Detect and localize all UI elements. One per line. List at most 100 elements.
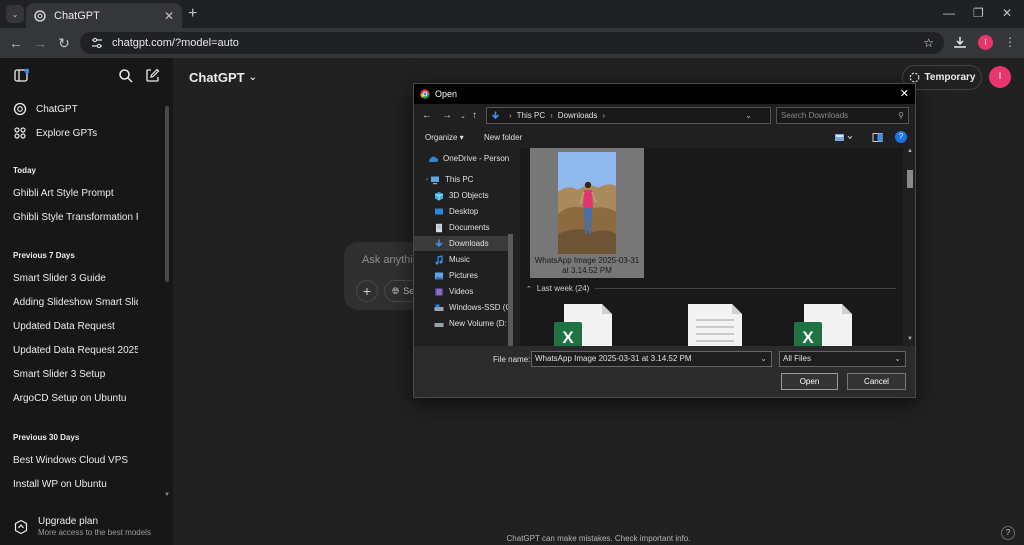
new-tab-button[interactable]: + bbox=[188, 5, 197, 23]
nav-item-pictures[interactable]: Pictures bbox=[434, 268, 518, 283]
chevron-down-icon[interactable]: ⌄ bbox=[760, 352, 767, 366]
chat-history-item[interactable]: Install WP on Ubuntu bbox=[13, 479, 138, 490]
browser-tab-chatgpt[interactable]: ChatGPT ✕ bbox=[26, 3, 182, 28]
computer-icon bbox=[431, 176, 439, 184]
nav-item-onedrive[interactable]: OneDrive - Person bbox=[428, 151, 518, 166]
model-selector[interactable]: ChatGPT ⌄ bbox=[189, 70, 257, 85]
nav-item-desktop[interactable]: Desktop bbox=[434, 204, 518, 219]
chat-history-item[interactable]: Smart Slider 3 Guide bbox=[13, 273, 138, 284]
file-type-select[interactable]: All Files ⌄ bbox=[779, 351, 906, 367]
path-segment-downloads[interactable]: Downloads bbox=[558, 111, 598, 120]
file-name-input[interactable]: WhatsApp Image 2025-03-31 at 3.14.52 PM … bbox=[531, 351, 772, 367]
nav-item-new-volume[interactable]: New Volume (D: bbox=[434, 316, 518, 331]
address-bar[interactable]: chatgpt.com/?model=auto ☆ bbox=[80, 32, 944, 54]
excel-file-icon[interactable]: X bbox=[790, 300, 860, 346]
path-dropdown-icon[interactable]: ⌄ bbox=[745, 111, 752, 120]
file-list: WhatsApp Image 2025-03-31 at 3.14.52 PM … bbox=[520, 148, 903, 346]
recent-locations-chevron-icon[interactable]: ⌄ bbox=[460, 112, 466, 120]
nav-item-label: Windows-SSD (C bbox=[449, 303, 512, 312]
section-heading-previous-7-days: Previous 7 Days bbox=[13, 251, 75, 260]
chat-history-item[interactable]: Smart Slider 3 Setup bbox=[13, 369, 138, 380]
download-icon[interactable] bbox=[953, 35, 967, 49]
navigation-pane-scrollbar[interactable] bbox=[508, 234, 513, 346]
dialog-titlebar: Open ✕ bbox=[414, 84, 915, 104]
cancel-button[interactable]: Cancel bbox=[847, 373, 906, 390]
tab-search-button[interactable]: ⌄ bbox=[6, 5, 24, 23]
nav-item-documents[interactable]: Documents bbox=[434, 220, 518, 235]
scrollbar-thumb[interactable] bbox=[907, 170, 913, 188]
path-segment-this-pc[interactable]: This PC bbox=[517, 111, 545, 120]
open-button[interactable]: Open bbox=[781, 373, 838, 390]
chat-history-item[interactable]: Ghibli Style Transformation Pr bbox=[13, 212, 138, 223]
cloud-icon bbox=[429, 156, 438, 162]
user-avatar[interactable]: I bbox=[989, 66, 1011, 88]
sidebar-item-label: Explore GPTs bbox=[36, 127, 98, 139]
nav-item-music[interactable]: Music bbox=[434, 252, 518, 267]
sidebar-item-label: ChatGPT bbox=[36, 103, 78, 115]
site-settings-icon[interactable] bbox=[90, 36, 104, 50]
group-header-last-week[interactable]: ⌃ Last week (24) bbox=[526, 284, 896, 293]
nav-item-label: Pictures bbox=[449, 271, 478, 280]
sidebar-item-explore-gpts[interactable]: Explore GPTs bbox=[13, 126, 97, 140]
folder-path-bar[interactable]: › This PC › Downloads › ⌄ ↻ bbox=[486, 107, 837, 124]
file-list-scrollbar[interactable]: ▲ ▼ bbox=[905, 148, 915, 346]
change-view-icon[interactable] bbox=[834, 132, 854, 143]
reload-icon[interactable]: ↻ bbox=[56, 35, 72, 51]
minimize-icon[interactable]: — bbox=[943, 6, 955, 20]
dialog-footer: File name: WhatsApp Image 2025-03-31 at … bbox=[414, 346, 915, 397]
help-button[interactable]: ? bbox=[1001, 526, 1015, 540]
file-item-selected[interactable]: WhatsApp Image 2025-03-31 at 3.14.52 PM bbox=[530, 148, 644, 278]
back-arrow-icon[interactable]: ← bbox=[8, 35, 24, 51]
search-icon[interactable] bbox=[118, 68, 133, 83]
file-name-line: at 3.14.52 PM bbox=[562, 266, 612, 275]
bookmark-star-icon[interactable]: ☆ bbox=[923, 36, 934, 50]
nav-item-3d-objects[interactable]: 3D Objects bbox=[434, 188, 518, 203]
up-folder-arrow-icon[interactable]: ↑ bbox=[472, 110, 477, 121]
section-heading-previous-30-days: Previous 30 Days bbox=[13, 433, 80, 442]
sidebar: ChatGPT Explore GPTs Today Ghibli Art St… bbox=[0, 58, 173, 545]
profile-avatar[interactable]: I bbox=[978, 35, 993, 50]
maximize-icon[interactable]: ❐ bbox=[973, 6, 984, 20]
dialog-help-button[interactable]: ? bbox=[895, 131, 907, 143]
sidebar-toggle-icon[interactable] bbox=[14, 68, 29, 83]
chat-history-item[interactable]: Updated Data Request bbox=[13, 321, 138, 332]
forward-arrow-icon[interactable]: → bbox=[442, 110, 452, 121]
attach-plus-button[interactable]: + bbox=[356, 280, 378, 302]
preview-pane-icon[interactable] bbox=[872, 132, 883, 143]
upgrade-plan-button[interactable]: Upgrade plan More access to the best mod… bbox=[13, 516, 151, 537]
disclaimer-text: ChatGPT can make mistakes. Check importa… bbox=[506, 534, 691, 543]
chat-history-item[interactable]: ArgoCD Setup on Ubuntu bbox=[13, 393, 138, 404]
chevron-up-icon: ⌃ bbox=[526, 285, 532, 293]
video-icon bbox=[435, 288, 443, 295]
sidebar-scrollbar[interactable] bbox=[165, 106, 169, 282]
chat-history-item[interactable]: Ghibli Art Style Prompt bbox=[13, 188, 138, 199]
chat-history-item[interactable]: Updated Data Request 2025 bbox=[13, 345, 138, 356]
new-folder-button[interactable]: New folder bbox=[484, 133, 522, 142]
nav-item-label: Desktop bbox=[449, 207, 479, 216]
nav-item-downloads[interactable]: Downloads bbox=[414, 236, 508, 251]
text-file-icon[interactable] bbox=[680, 300, 750, 346]
sidebar-item-chatgpt[interactable]: ChatGPT bbox=[13, 102, 78, 116]
chat-history-item[interactable]: Adding Slideshow Smart Slider bbox=[13, 297, 138, 308]
forward-arrow-icon[interactable]: → bbox=[32, 35, 48, 51]
scroll-down-arrow-icon[interactable]: ▼ bbox=[164, 492, 170, 498]
nav-item-this-pc[interactable]: › This PC bbox=[426, 172, 518, 187]
upgrade-title: Upgrade plan bbox=[38, 516, 99, 527]
chat-history-item[interactable]: Best Windows Cloud VPS bbox=[13, 455, 138, 466]
excel-file-icon[interactable]: X bbox=[550, 300, 620, 346]
path-chevron-icon: › bbox=[509, 111, 512, 120]
new-chat-icon[interactable] bbox=[145, 68, 160, 83]
back-arrow-icon[interactable]: ← bbox=[422, 110, 432, 121]
chevron-down-icon: ⌄ bbox=[11, 9, 19, 19]
dialog-close-icon[interactable]: ✕ bbox=[900, 87, 909, 100]
window-close-icon[interactable]: ✕ bbox=[1002, 6, 1012, 20]
kebab-menu-icon[interactable]: ⋮ bbox=[1004, 35, 1016, 49]
tab-close-icon[interactable]: ✕ bbox=[164, 9, 174, 23]
temporary-label: Temporary bbox=[924, 72, 976, 83]
nav-item-videos[interactable]: Videos bbox=[434, 284, 518, 299]
scroll-up-arrow-icon[interactable]: ▲ bbox=[907, 148, 913, 154]
search-downloads-input[interactable]: Search Downloads ⚲ bbox=[776, 107, 909, 124]
nav-item-windows-ssd[interactable]: Windows-SSD (C bbox=[434, 300, 518, 315]
organize-menu-button[interactable]: Organize ▾ bbox=[425, 133, 464, 142]
scroll-down-arrow-icon[interactable]: ▼ bbox=[907, 336, 913, 342]
